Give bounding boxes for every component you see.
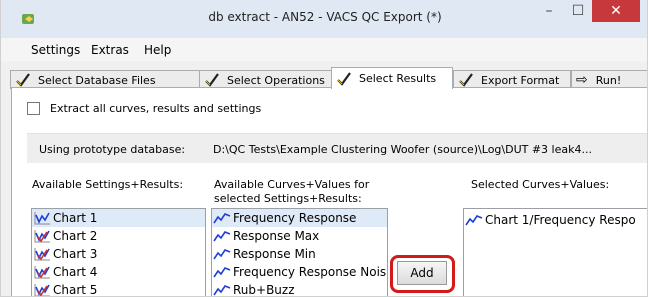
curve-icon [465, 215, 483, 226]
list-item[interactable]: Frequency Response Nois [212, 263, 387, 281]
curve-icon [213, 231, 231, 242]
app-window: db extract - AN52 - VACS QC Export (*) –… [0, 0, 648, 297]
selected-curves-label: Selected Curves+Values: [471, 178, 610, 191]
close-icon: ✕ [610, 3, 622, 19]
curve-icon [213, 267, 231, 278]
list-item[interactable]: Response Min [212, 245, 387, 263]
curve-icon [213, 285, 231, 296]
list-item[interactable]: Frequency Response [212, 209, 387, 227]
menu-extras[interactable]: Extras [91, 43, 129, 57]
chart-icon [34, 212, 50, 225]
list-item[interactable]: Response Max [212, 227, 387, 245]
list-item[interactable]: Chart 1/Frequency Respo [464, 211, 647, 229]
curve-icon [213, 249, 231, 260]
curve-icon [213, 213, 231, 224]
available-curves-label-line1: Available Curves+Values for [214, 178, 370, 191]
chart-check-icon [34, 230, 50, 243]
chart-check-icon [34, 248, 50, 261]
tab-strip: Select Database Files Select Operations … [1, 61, 647, 89]
list-item[interactable]: Rub+Buzz [212, 281, 387, 296]
menu-help[interactable]: Help [144, 43, 171, 57]
prototype-database-box: Using prototype database: D:\QC Tests\Ex… [27, 133, 647, 163]
list-item[interactable]: Chart 4 [32, 263, 205, 281]
check-mark-icon [337, 71, 351, 86]
check-mark-icon [205, 73, 219, 87]
list-item[interactable]: Chart 3 [32, 245, 205, 263]
prototype-label: Using prototype database: [39, 143, 186, 156]
annotation-highlight-box [390, 255, 455, 293]
minimize-button[interactable]: – [535, 0, 563, 22]
close-button[interactable]: ✕ [592, 0, 640, 22]
available-curves-list[interactable]: Frequency Response Response Max Response… [211, 208, 388, 296]
maximize-button[interactable]: ☐ [564, 0, 592, 22]
menu-bar: Settings Extras Help [1, 38, 647, 61]
tab-select-results[interactable]: Select Results [331, 67, 453, 89]
selected-curves-list[interactable]: Chart 1/Frequency Respo [463, 208, 647, 296]
chart-check-icon [34, 266, 50, 279]
available-settings-list[interactable]: Chart 1 Chart 2 Chart 3 Chart 4 Chart 5 [31, 208, 206, 296]
menu-settings[interactable]: Settings [31, 43, 80, 57]
list-item[interactable]: Chart 2 [32, 227, 205, 245]
extract-all-label: Extract all curves, results and settings [50, 102, 262, 115]
extract-all-checkbox[interactable] [27, 102, 40, 115]
check-mark-icon [16, 73, 30, 87]
arrow-right-icon: ⇨ [576, 72, 588, 88]
extract-all-row[interactable]: Extract all curves, results and settings [27, 102, 261, 115]
title-bar: db extract - AN52 - VACS QC Export (*) –… [1, 0, 647, 38]
available-curves-label-line2: selected Settings+Results: [214, 192, 362, 205]
prototype-path: D:\QC Tests\Example Clustering Woofer (s… [213, 143, 592, 156]
chart-check-icon [34, 284, 50, 296]
available-settings-label: Available Settings+Results: [32, 178, 184, 191]
check-mark-icon [459, 73, 473, 87]
list-item[interactable]: Chart 1 [32, 209, 205, 227]
list-item[interactable]: Chart 5 [32, 281, 205, 296]
